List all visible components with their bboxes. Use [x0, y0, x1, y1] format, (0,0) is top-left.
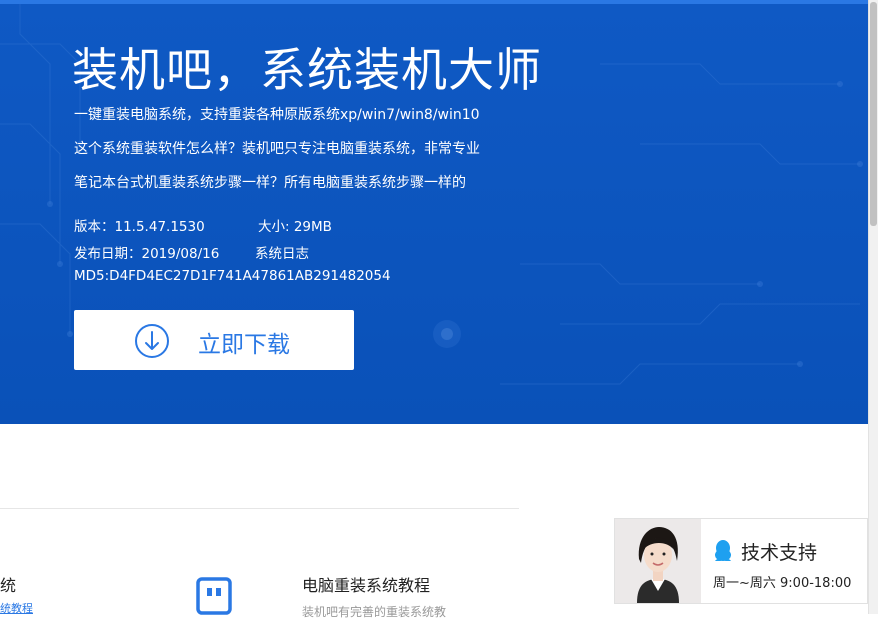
download-button-label: 立即下载	[198, 331, 290, 357]
support-hours: 周一~周六 9:00-18:00	[713, 576, 852, 591]
size-info: 大小: 29MB	[258, 219, 332, 235]
feature-line-1: 一键重装电脑系统，支持重装各种原版系统xp/win7/win8/win10	[74, 107, 480, 123]
download-circle-icon	[135, 324, 169, 358]
feature-line-3: 笔记本台式机重装系统步骤一样？所有电脑重装系统步骤一样的	[74, 175, 466, 191]
support-agent-avatar	[615, 519, 701, 603]
section-divider	[0, 508, 519, 509]
tech-support-label: 技术支持	[741, 542, 818, 564]
page-scrollbar[interactable]	[868, 0, 878, 614]
md5-hash: MD5:D4FD4EC27D1F741A47861AB291482054	[74, 268, 391, 284]
feature-line-2: 这个系统重装软件怎么样？装机吧只专注电脑重装系统，非常专业	[74, 141, 480, 157]
partial-heading-left: 统	[0, 576, 17, 595]
usb-drive-icon	[196, 577, 232, 615]
tutorial-description: 装机吧有完善的重装系统教	[302, 605, 447, 619]
download-button[interactable]: 立即下载	[74, 310, 354, 370]
tutorial-heading[interactable]: 电脑重装系统教程	[302, 572, 430, 596]
scrollbar-thumb[interactable]	[870, 2, 877, 226]
page-title: 装机吧，系统装机大师	[72, 43, 542, 97]
version-info: 版本：11.5.47.1530	[74, 219, 205, 235]
tech-support-widget[interactable]: 技术支持 周一~周六 9:00-18:00	[614, 518, 868, 604]
qq-penguin-icon	[715, 540, 731, 561]
hero-banner: 装机吧，系统装机大师 一键重装电脑系统，支持重装各种原版系统xp/win7/wi…	[0, 4, 868, 424]
release-date: 发布日期：2019/08/16	[74, 246, 220, 262]
changelog-link[interactable]: 系统日志	[255, 242, 309, 262]
